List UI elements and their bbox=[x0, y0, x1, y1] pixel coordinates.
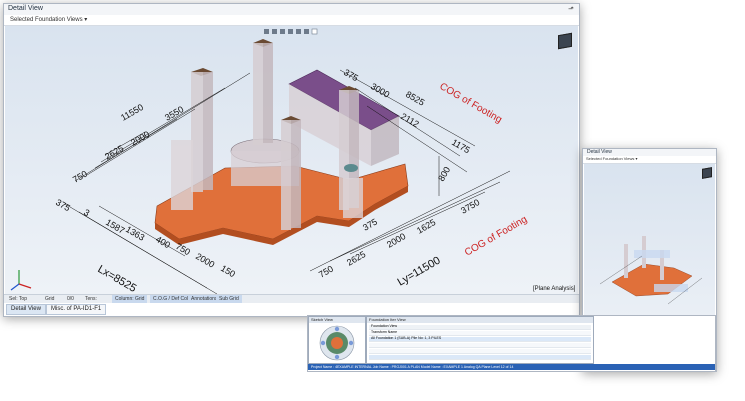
dim-left-5: 750 bbox=[174, 241, 192, 257]
second-title: Detail View bbox=[587, 149, 612, 155]
main-window: Detail View ⬏ Selected Foundation Views … bbox=[3, 3, 580, 317]
iter-row-3[interactable] bbox=[369, 343, 591, 348]
column-4[interactable] bbox=[281, 116, 301, 230]
third-window: Sketch View Foundation Iter View Foundat… bbox=[307, 315, 716, 372]
dim-top-4: 750 bbox=[71, 169, 89, 185]
dim-right-5: 800 bbox=[436, 165, 452, 183]
dim-left-1: 3 bbox=[82, 207, 91, 218]
tab-misc[interactable]: Misc. of PA-ID1-F1 bbox=[46, 304, 107, 315]
corner-label: [Plane Analysis] bbox=[533, 286, 576, 292]
axis-triad-icon bbox=[10, 270, 32, 291]
dim-right-2: 8525 bbox=[404, 89, 426, 108]
main-viewport[interactable]: 11550 3550 2000 2625 750 3000 2112 8525 … bbox=[5, 26, 578, 294]
cog-label-top: COG of Footing bbox=[438, 81, 504, 126]
status-item-0[interactable]: Sel: Top bbox=[6, 295, 30, 303]
iter-row-4[interactable] bbox=[369, 349, 591, 354]
dim-right-3: 1175 bbox=[450, 137, 472, 155]
dim-left-7: 150 bbox=[219, 263, 237, 279]
status-item-2[interactable]: 0/0 bbox=[64, 295, 77, 303]
lx-label: Lx=8525 bbox=[96, 263, 139, 294]
statusbar-text: Project Name : 4EXAMPLE INTERNAL Job Nam… bbox=[311, 365, 514, 369]
status-item-7[interactable]: Sub Grid bbox=[216, 295, 242, 303]
sketch-view-dial[interactable] bbox=[309, 323, 365, 363]
iter-row-label-0: Foundation View bbox=[371, 324, 398, 328]
status-item-4[interactable]: Column: Grid bbox=[112, 295, 148, 303]
dim-left-0: 375 bbox=[54, 197, 72, 213]
status-item-3[interactable]: Tens: bbox=[82, 295, 100, 303]
toolbar-icons[interactable] bbox=[264, 28, 318, 35]
dim-top-0: 11550 bbox=[119, 102, 145, 123]
dim-bottom-5: 375 bbox=[361, 217, 379, 233]
ly-label: Ly=11500 bbox=[396, 255, 443, 289]
dim-left-3: 1363 bbox=[124, 224, 146, 243]
dim-top-2: 2000 bbox=[129, 129, 151, 148]
iter-row-label-2: All Foundation 1 (SUB-A) Pile No: 1, 3 P… bbox=[371, 336, 442, 340]
main-title: Detail View bbox=[8, 5, 43, 12]
dim-right-4: 375 bbox=[342, 67, 360, 83]
second-view-cube-icon[interactable] bbox=[702, 167, 712, 179]
tab-detail-view[interactable]: Detail View bbox=[6, 304, 46, 315]
iter-row-2[interactable]: All Foundation 1 (SUB-A) Pile No: 1, 3 P… bbox=[369, 336, 591, 342]
sketch-view-panel: Sketch View bbox=[308, 316, 366, 364]
cog-label-bottom: COG of Footing bbox=[463, 214, 529, 259]
status-item-1[interactable]: Grid bbox=[42, 295, 57, 303]
app-statusbar: Project Name : 4EXAMPLE INTERNAL Job Nam… bbox=[308, 364, 715, 370]
model-svg: 11550 3550 2000 2625 750 3000 2112 8525 … bbox=[10, 28, 576, 294]
column-1[interactable] bbox=[191, 68, 213, 192]
iter-view-panel: Foundation Iter View Foundation View Tra… bbox=[366, 316, 594, 364]
view-cube-icon[interactable] bbox=[558, 32, 572, 50]
status-item-5[interactable]: C.O.G / Def Col bbox=[150, 295, 192, 303]
second-selection-bar: Selected Foundation Views ▾ bbox=[583, 156, 716, 164]
dim-left-6: 2000 bbox=[194, 251, 216, 270]
iter-row-5[interactable] bbox=[369, 355, 591, 360]
iter-row-0[interactable]: Foundation View bbox=[369, 324, 591, 330]
iter-row-label-1: Transform Name bbox=[371, 330, 398, 334]
iter-view-header: Foundation Iter View bbox=[367, 317, 593, 323]
main-selection-bar: Selected Foundation Views ▾ bbox=[4, 15, 579, 26]
second-selection[interactable]: Selected Foundation Views ▾ bbox=[586, 156, 638, 161]
dim-bottom-4: 3750 bbox=[459, 197, 481, 216]
status-toolbar: Sel: Top Grid 0/0 Tens: Column: Grid C.O… bbox=[4, 294, 579, 303]
selection-dropdown[interactable]: Selected Foundation Views ▾ bbox=[10, 16, 87, 23]
column-2[interactable] bbox=[253, 39, 273, 145]
dim-top-3: 2625 bbox=[103, 143, 125, 162]
pin-icon[interactable]: ⬏ bbox=[568, 5, 574, 13]
